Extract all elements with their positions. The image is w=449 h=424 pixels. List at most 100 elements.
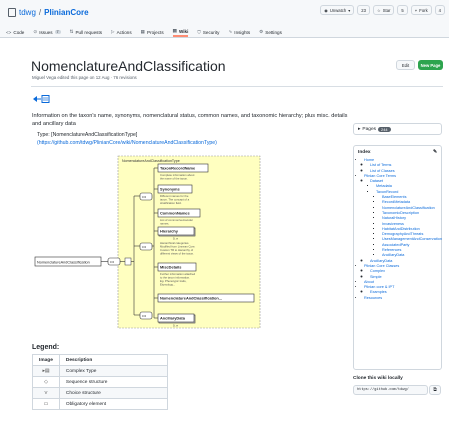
tab-label: Wiki bbox=[178, 28, 189, 34]
index-link[interactable]: Plinian Core Terms bbox=[364, 174, 396, 178]
pull-request-icon: ⇅ bbox=[69, 29, 74, 34]
index-link[interactable]: Dataset bbox=[370, 179, 383, 183]
list-item: Dataset Metadata TaxonRecord BaseElement… bbox=[370, 179, 442, 259]
index-header: Index ✎ bbox=[358, 150, 437, 155]
copy-icon[interactable]: ⧉ bbox=[429, 385, 441, 395]
sequence-icon: ◇ bbox=[32, 376, 60, 388]
shield-icon: ⛉ bbox=[197, 29, 201, 35]
index-link[interactable]: DemographyAndThreats bbox=[382, 232, 423, 236]
type-link[interactable]: (https://github.com/tdwg/PlinianCore/wik… bbox=[37, 140, 217, 146]
pages-label: Pages bbox=[362, 126, 377, 132]
tab-projects[interactable]: ▦ Projects bbox=[141, 27, 164, 37]
unwatch-button[interactable]: ◉ Unwatch ▾ bbox=[320, 5, 355, 15]
index-link[interactable]: Plinian Core Classes bbox=[364, 264, 399, 268]
index-link[interactable]: Plinian core & IPT bbox=[364, 285, 394, 289]
legend-description: Sequence structure bbox=[58, 376, 168, 388]
chevron-down-icon: ▾ bbox=[348, 7, 351, 13]
index-link[interactable]: Metadata bbox=[376, 184, 392, 188]
star-count[interactable]: 5 bbox=[397, 5, 408, 15]
repo-actions: ◉ Unwatch ▾ 23 ☆ Star 5 ⑂ Fork 4 bbox=[320, 5, 445, 15]
eye-icon: ◉ bbox=[324, 7, 328, 13]
tab-label: Settings bbox=[265, 29, 282, 35]
pages-toggle[interactable]: ▸ Pages 244 bbox=[353, 123, 442, 135]
index-link[interactable]: References bbox=[382, 248, 401, 252]
tab-pull-requests[interactable]: ⇅ Pull requests bbox=[70, 27, 102, 37]
element-occurs: 0..∞ bbox=[173, 237, 178, 241]
table-header-row: Image Description bbox=[32, 354, 168, 366]
table-row: ▸▤ Complex Type bbox=[32, 365, 168, 377]
new-page-button[interactable]: New Page bbox=[418, 60, 443, 70]
index-link[interactable]: Invasiveness bbox=[382, 222, 404, 226]
unwatch-count[interactable]: 23 bbox=[357, 5, 370, 15]
tab-label: Projects bbox=[147, 29, 164, 35]
element-name: MiscDetails bbox=[160, 265, 181, 270]
legend-title: Legend: bbox=[32, 344, 60, 351]
tab-wiki[interactable]: ▤ Wiki bbox=[172, 27, 189, 37]
repo-breadcrumb: tdwg / PlinianCore bbox=[8, 6, 89, 18]
sequence-glyph: ••• bbox=[142, 244, 147, 249]
fork-count-value: 4 bbox=[438, 7, 441, 13]
issues-count-badge: 7 bbox=[54, 30, 61, 34]
complex-type-icon bbox=[32, 94, 52, 104]
column-header: Description bbox=[58, 354, 168, 366]
index-link[interactable]: TaxonRecord bbox=[376, 190, 398, 194]
index-link[interactable]: AncillaryData bbox=[370, 259, 392, 263]
index-link[interactable]: AncillaryData bbox=[382, 253, 404, 257]
pencil-icon[interactable]: ✎ bbox=[433, 150, 437, 155]
clone-url-field[interactable]: https://github.com/tdwg/ bbox=[353, 385, 428, 395]
tab-label: Security bbox=[202, 29, 220, 35]
index-link[interactable]: Examples bbox=[370, 290, 387, 294]
tab-settings[interactable]: ⚙ Settings bbox=[259, 27, 282, 37]
index-link[interactable]: Complex bbox=[370, 269, 385, 273]
edit-button[interactable]: Edit bbox=[396, 60, 415, 70]
choice-icon: ⋎ bbox=[32, 387, 60, 399]
tab-code[interactable]: <> Code bbox=[6, 27, 24, 37]
list-item: TaxonRecord BaseElements RecordMetadata … bbox=[376, 190, 442, 259]
list-item: Home List of Terms List of Classes bbox=[364, 158, 437, 174]
schema-diagram: NomenclatureAndClassificationType Nomenc… bbox=[34, 155, 261, 329]
unwatch-label: Unwatch bbox=[329, 7, 347, 13]
play-icon: ▷ bbox=[111, 29, 115, 34]
breadcrumb-separator: / bbox=[38, 7, 42, 17]
tab-insights[interactable]: ∿ Insights bbox=[228, 27, 250, 37]
element-note: names. bbox=[160, 222, 169, 226]
index-list: Home List of Terms List of Classes Plini… bbox=[358, 158, 442, 301]
expand-icon[interactable] bbox=[124, 257, 132, 266]
tab-security[interactable]: ⛉ Security bbox=[197, 27, 219, 37]
index-link[interactable]: NaturalHistory bbox=[382, 216, 406, 220]
index-link[interactable]: About bbox=[364, 280, 374, 284]
unwatch-count-value: 23 bbox=[361, 7, 366, 13]
index-link[interactable]: Home bbox=[364, 158, 374, 162]
index-link[interactable]: AssociatedParty bbox=[382, 243, 409, 247]
star-button[interactable]: ☆ Star bbox=[372, 5, 395, 15]
list-item: Resources bbox=[364, 296, 437, 301]
element-name: AncillaryData bbox=[160, 316, 186, 321]
repo-name-link[interactable]: PlinianCore bbox=[44, 8, 88, 17]
table-row: ⋎ Choice structure bbox=[32, 387, 168, 399]
tab-actions[interactable]: ▷ Actions bbox=[111, 27, 132, 37]
index-link[interactable]: Simple bbox=[370, 275, 382, 279]
legend-description: Complex Type bbox=[58, 365, 168, 377]
index-link[interactable]: UsesManagementAndConservation bbox=[382, 237, 442, 241]
index-link[interactable]: TaxonomicDescription bbox=[382, 211, 419, 215]
fork-count[interactable]: 4 bbox=[434, 5, 445, 15]
repo-owner-link[interactable]: tdwg bbox=[19, 8, 36, 17]
sequence-glyph: ••• bbox=[110, 259, 115, 264]
element-name: CommonNames bbox=[160, 211, 190, 216]
tab-issues[interactable]: ⊙ Issues 7 bbox=[33, 27, 61, 37]
index-link[interactable]: HabitatAndDistribution bbox=[382, 227, 420, 231]
index-link[interactable]: Resources bbox=[364, 296, 382, 300]
index-link[interactable]: BaseElements bbox=[382, 195, 406, 199]
element-nomenclature-and-classification[interactable]: NomenclatureAndClassification... bbox=[154, 293, 255, 303]
index-title: Index bbox=[358, 150, 371, 155]
index-link[interactable]: RecordMetadata bbox=[382, 200, 410, 204]
fork-button[interactable]: ⑂ Fork bbox=[410, 5, 432, 15]
tab-label: Insights bbox=[234, 29, 251, 35]
index-link[interactable]: List of Terms bbox=[370, 163, 391, 167]
repo-icon bbox=[8, 7, 16, 17]
index-link[interactable]: NomenclatureAndClassification bbox=[382, 206, 435, 210]
index-link[interactable]: List of Classes bbox=[370, 169, 395, 173]
legend-table: Image Description ▸▤ Complex Type ◇ Sequ… bbox=[32, 354, 168, 410]
gear-icon: ⚙ bbox=[259, 29, 264, 34]
legend-description: Choice structure bbox=[58, 387, 168, 399]
